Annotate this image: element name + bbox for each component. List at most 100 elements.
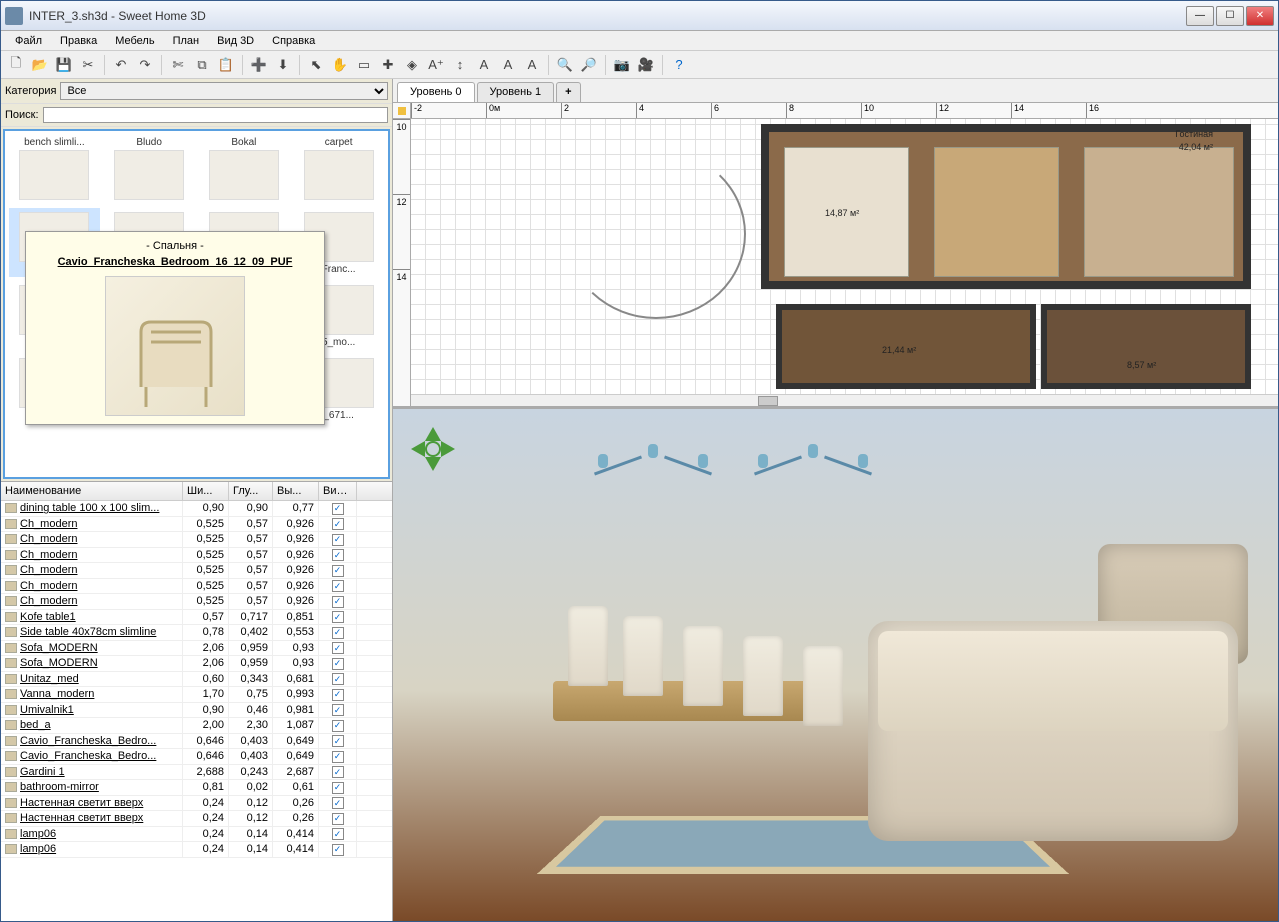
- table-row[interactable]: Side table 40x78cm slimline0,780,4020,55…: [1, 625, 392, 641]
- visible-checkbox[interactable]: ✓: [332, 627, 344, 639]
- item-name[interactable]: Unitaz_med: [20, 673, 79, 685]
- titlebar[interactable]: INTER_3.sh3d - Sweet Home 3D — ☐ ✕: [1, 1, 1278, 31]
- undo-icon[interactable]: ↶: [110, 54, 132, 76]
- import-icon[interactable]: ⬇: [272, 54, 294, 76]
- item-name[interactable]: Ch_modern: [20, 533, 77, 545]
- minimize-button[interactable]: —: [1186, 6, 1214, 26]
- plan-scrollbar-h[interactable]: [411, 394, 1278, 406]
- table-row[interactable]: Ch_modern0,5250,570,926✓: [1, 532, 392, 548]
- table-row[interactable]: Kofe table10,570,7170,851✓: [1, 610, 392, 626]
- item-name[interactable]: Ch_modern: [20, 580, 77, 592]
- furniture-list[interactable]: Наименование Ши... Глу... Вы... Види... …: [1, 481, 392, 921]
- table-row[interactable]: lamp060,240,140,414✓: [1, 842, 392, 858]
- visible-checkbox[interactable]: ✓: [332, 797, 344, 809]
- menu-edit[interactable]: Правка: [52, 33, 105, 49]
- zoom-in-icon[interactable]: 🔍: [554, 54, 576, 76]
- table-row[interactable]: Sofa_MODERN2,060,9590,93✓: [1, 656, 392, 672]
- dimension-icon[interactable]: A⁺: [425, 54, 447, 76]
- search-input[interactable]: [43, 107, 388, 123]
- furniture-catalog[interactable]: bench slimli...BludoBokalcarpetCa...Fran…: [3, 129, 390, 479]
- category-select[interactable]: Все: [60, 82, 388, 100]
- label-icon[interactable]: A: [473, 54, 495, 76]
- table-row[interactable]: Sofa_MODERN2,060,9590,93✓: [1, 641, 392, 657]
- item-name[interactable]: Настенная светит вверх: [20, 797, 143, 809]
- preferences-icon[interactable]: ✂: [77, 54, 99, 76]
- visible-checkbox[interactable]: ✓: [332, 503, 344, 515]
- video-icon[interactable]: 🎥: [635, 54, 657, 76]
- item-name[interactable]: Ch_modern: [20, 564, 77, 576]
- tool-a3-icon[interactable]: A: [521, 54, 543, 76]
- help-icon[interactable]: ?: [668, 54, 690, 76]
- visible-checkbox[interactable]: ✓: [332, 766, 344, 778]
- visible-checkbox[interactable]: ✓: [332, 518, 344, 530]
- visible-checkbox[interactable]: ✓: [332, 611, 344, 623]
- item-name[interactable]: Настенная светит вверх: [20, 812, 143, 824]
- menu-plan[interactable]: План: [165, 33, 208, 49]
- header-visible[interactable]: Види...: [319, 482, 357, 500]
- table-row[interactable]: Ch_modern0,5250,570,926✓: [1, 579, 392, 595]
- table-row[interactable]: Ch_modern0,5250,570,926✓: [1, 548, 392, 564]
- item-name[interactable]: bathroom-mirror: [20, 781, 99, 793]
- visible-checkbox[interactable]: ✓: [332, 673, 344, 685]
- nav-right-icon[interactable]: [441, 441, 463, 457]
- visible-checkbox[interactable]: ✓: [332, 549, 344, 561]
- room-3[interactable]: 8,57 м²: [1041, 304, 1251, 389]
- item-name[interactable]: lamp06: [20, 828, 56, 840]
- item-name[interactable]: bed_a: [20, 719, 51, 731]
- text-icon[interactable]: ↕: [449, 54, 471, 76]
- furniture-group-1[interactable]: 14,87 м²: [784, 147, 909, 277]
- menu-view3d[interactable]: Вид 3D: [209, 33, 262, 49]
- nav-left-icon[interactable]: [403, 441, 425, 457]
- item-name[interactable]: Gardini 1: [20, 766, 65, 778]
- ruler-origin-icon[interactable]: [393, 103, 411, 119]
- table-row[interactable]: Umivalnik10,900,460,981✓: [1, 703, 392, 719]
- nav-down-icon[interactable]: [425, 457, 441, 479]
- item-name[interactable]: lamp06: [20, 843, 56, 855]
- floor-plan[interactable]: 14,87 м² Гостиная 42,04 м² 21,44 м² 8,57…: [411, 119, 1278, 394]
- visible-checkbox[interactable]: ✓: [332, 720, 344, 732]
- visible-checkbox[interactable]: ✓: [332, 565, 344, 577]
- table-row[interactable]: bed_a2,002,301,087✓: [1, 718, 392, 734]
- polyline-icon[interactable]: ◈: [401, 54, 423, 76]
- catalog-item[interactable]: Bludo: [104, 135, 195, 204]
- visible-checkbox[interactable]: ✓: [332, 596, 344, 608]
- table-row[interactable]: Настенная светит вверх0,240,120,26✓: [1, 811, 392, 827]
- new-icon[interactable]: 🗋: [5, 54, 27, 76]
- dining-set[interactable]: [934, 147, 1059, 277]
- room-icon[interactable]: ✚: [377, 54, 399, 76]
- visible-checkbox[interactable]: ✓: [332, 658, 344, 670]
- item-name[interactable]: Cavio_Francheska_Bedro...: [20, 750, 156, 762]
- room-2[interactable]: 21,44 м²: [776, 304, 1036, 389]
- item-name[interactable]: Ch_modern: [20, 518, 77, 530]
- table-row[interactable]: Cavio_Francheska_Bedro...0,6460,4030,649…: [1, 749, 392, 765]
- select-icon[interactable]: ⬉: [305, 54, 327, 76]
- item-name[interactable]: Sofa_MODERN: [20, 657, 98, 669]
- visible-checkbox[interactable]: ✓: [332, 735, 344, 747]
- staircase[interactable]: [566, 149, 746, 319]
- tool-a2-icon[interactable]: A: [497, 54, 519, 76]
- table-row[interactable]: Ch_modern0,5250,570,926✓: [1, 594, 392, 610]
- paste-icon[interactable]: 📋: [215, 54, 237, 76]
- header-width[interactable]: Ши...: [183, 482, 229, 500]
- table-row[interactable]: Vanna_modern1,700,750,993✓: [1, 687, 392, 703]
- nav-up-icon[interactable]: [425, 419, 441, 441]
- item-name[interactable]: Cavio_Francheska_Bedro...: [20, 735, 156, 747]
- visible-checkbox[interactable]: ✓: [332, 813, 344, 825]
- header-name[interactable]: Наименование: [1, 482, 183, 500]
- plan-canvas[interactable]: -20м246810121416 101214 14,87 м² Гостина…: [393, 103, 1278, 406]
- pan-icon[interactable]: ✋: [329, 54, 351, 76]
- zoom-out-icon[interactable]: 🔎: [578, 54, 600, 76]
- menu-help[interactable]: Справка: [264, 33, 323, 49]
- visible-checkbox[interactable]: ✓: [332, 580, 344, 592]
- visible-checkbox[interactable]: ✓: [332, 751, 344, 763]
- item-name[interactable]: Ch_modern: [20, 549, 77, 561]
- open-icon[interactable]: 📂: [29, 54, 51, 76]
- item-name[interactable]: Vanna_modern: [20, 688, 94, 700]
- add-furniture-icon[interactable]: ➕: [248, 54, 270, 76]
- table-row[interactable]: Настенная светит вверх0,240,120,26✓: [1, 796, 392, 812]
- table-row[interactable]: Ch_modern0,5250,570,926✓: [1, 517, 392, 533]
- cut-icon[interactable]: ✄: [167, 54, 189, 76]
- view-3d[interactable]: [393, 409, 1278, 921]
- table-row[interactable]: Ch_modern0,5250,570,926✓: [1, 563, 392, 579]
- item-name[interactable]: Kofe table1: [20, 611, 76, 623]
